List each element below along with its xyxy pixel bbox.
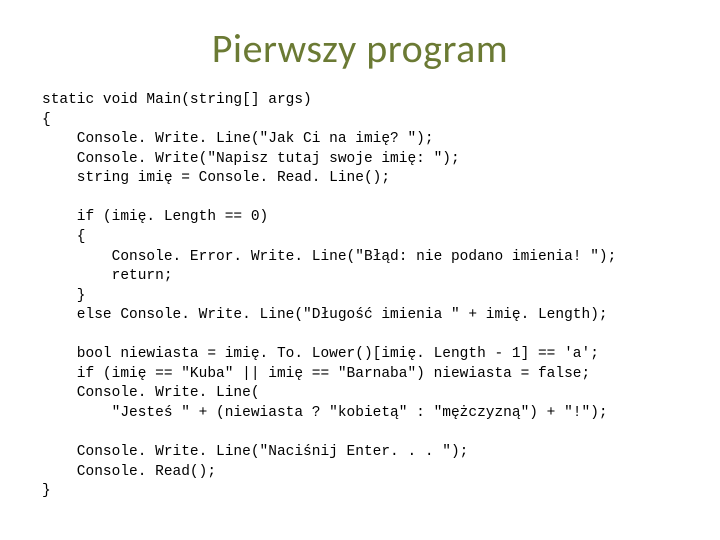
code-line: string imię = Console. Read. Line(); — [42, 170, 390, 186]
code-line: Console. Read(); — [42, 464, 216, 480]
code-line: Console. Write("Napisz tutaj swoje imię:… — [42, 151, 460, 167]
code-block: static void Main(string[] args) { Consol… — [42, 91, 700, 502]
code-line: if (imię. Length == 0) — [42, 209, 268, 225]
code-line: "Jesteś " + (niewiasta ? "kobietą" : "mę… — [42, 405, 608, 421]
code-line: return; — [42, 268, 173, 284]
code-line: static void Main(string[] args) — [42, 92, 312, 108]
code-line: else Console. Write. Line("Długość imien… — [42, 307, 608, 323]
code-line: if (imię == "Kuba" || imię == "Barnaba")… — [42, 366, 590, 382]
code-line: { — [42, 229, 86, 245]
code-line: Console. Error. Write. Line("Błąd: nie p… — [42, 249, 616, 265]
code-line: bool niewiasta = imię. To. Lower()[imię.… — [42, 346, 599, 362]
code-line: } — [42, 483, 51, 499]
code-line: } — [42, 288, 86, 304]
code-line: { — [42, 112, 51, 128]
code-line: Console. Write. Line("Jak Ci na imię? ")… — [42, 131, 434, 147]
slide: Pierwszy program static void Main(string… — [0, 24, 720, 540]
slide-title: Pierwszy program — [0, 24, 720, 73]
code-line: Console. Write. Line( — [42, 385, 260, 401]
code-line: Console. Write. Line("Naciśnij Enter. . … — [42, 444, 468, 460]
